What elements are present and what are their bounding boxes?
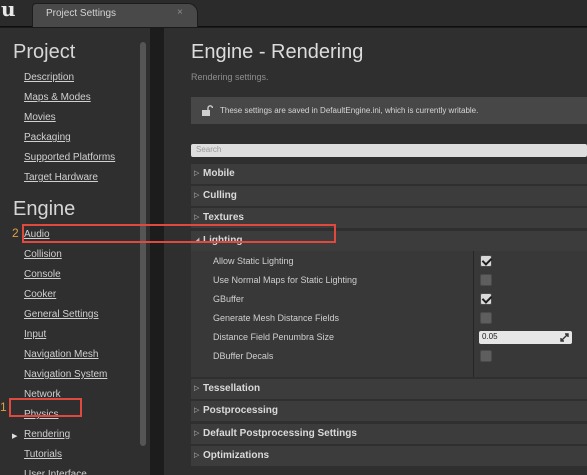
- notice-text: These settings are saved in DefaultEngin…: [220, 106, 479, 115]
- allow-static-lighting-highlight-box: [22, 224, 336, 243]
- sidebar-item-rendering[interactable]: Rendering: [24, 429, 70, 440]
- property-label: Generate Mesh Distance Fields: [213, 313, 340, 323]
- sidebar-item-tutorials[interactable]: Tutorials: [24, 449, 62, 460]
- search-placeholder: Search: [196, 145, 222, 154]
- category-label: Culling: [203, 190, 237, 201]
- category-label: Mobile: [203, 168, 235, 179]
- sidebar-item-collision[interactable]: Collision: [24, 249, 62, 260]
- close-icon[interactable]: ×: [177, 7, 183, 18]
- sidebar-item-user-interface[interactable]: User Interface: [24, 469, 87, 475]
- property-label: Distance Field Penumbra Size: [213, 332, 335, 342]
- sidebar-item-general-settings[interactable]: General Settings: [24, 309, 99, 320]
- tab-label: Project Settings: [46, 8, 117, 19]
- sidebar-item-packaging[interactable]: Packaging: [24, 132, 71, 143]
- sidebar-item-input[interactable]: Input: [24, 329, 46, 340]
- lighting-properties: Allow Static Lighting Use Normal Maps for…: [191, 248, 587, 377]
- sidebar-item-maps-modes[interactable]: Maps & Modes: [24, 92, 91, 103]
- rendering-highlight-box: [9, 398, 82, 417]
- sidebar-item-cooker[interactable]: Cooker: [24, 289, 56, 300]
- property-row-dbuffer-decals: DBuffer Decals: [191, 347, 587, 366]
- collapsed-arrow-icon: ▷: [194, 430, 200, 437]
- sidebar-heading-project: Project: [13, 41, 76, 63]
- property-row-distance-field-penumbra-size: Distance Field Penumbra Size 0.05: [191, 328, 587, 347]
- step-marker-2: 2: [12, 226, 19, 240]
- sidebar-item-description[interactable]: Description: [24, 72, 74, 83]
- property-label: Allow Static Lighting: [213, 256, 294, 266]
- property-label: DBuffer Decals: [213, 351, 274, 361]
- checkbox-checked[interactable]: [480, 255, 492, 267]
- category-tessellation[interactable]: ▷ Tessellation: [191, 379, 587, 399]
- property-row-generate-mesh-distance-fields: Generate Mesh Distance Fields: [191, 309, 587, 328]
- config-notice-bar: These settings are saved in DefaultEngin…: [191, 97, 587, 124]
- checkbox-unchecked[interactable]: [480, 274, 492, 286]
- sidebar-item-console[interactable]: Console: [24, 269, 61, 280]
- category-label: Textures: [203, 212, 244, 223]
- selected-arrow-icon: ▶: [12, 433, 18, 440]
- property-row-gbuffer: GBuffer: [191, 290, 587, 309]
- unreal-logo: u: [1, 0, 16, 21]
- unlock-icon: [202, 105, 213, 116]
- category-label: Tessellation: [203, 383, 261, 394]
- page-title: Engine - Rendering: [191, 41, 364, 63]
- category-label: Optimizations: [203, 450, 270, 461]
- collapsed-arrow-icon: ▷: [194, 192, 200, 199]
- collapsed-arrow-icon: ▷: [194, 170, 200, 177]
- checkbox-unchecked[interactable]: [480, 350, 492, 362]
- collapsed-arrow-icon: ▷: [194, 214, 200, 221]
- sidebar-scrollbar[interactable]: [140, 42, 146, 446]
- collapsed-arrow-icon: ▷: [194, 407, 200, 414]
- settings-main-panel: Engine - Rendering Rendering settings. T…: [164, 28, 587, 475]
- checkbox-unchecked[interactable]: [480, 312, 492, 324]
- category-mobile[interactable]: ▷ Mobile: [191, 164, 587, 184]
- sidebar-item-navigation-system[interactable]: Navigation System: [24, 369, 107, 380]
- sidebar-heading-engine: Engine: [13, 198, 76, 220]
- search-input[interactable]: Search: [191, 144, 587, 157]
- property-label: GBuffer: [213, 294, 244, 304]
- property-row-allow-static-lighting: Allow Static Lighting: [191, 252, 587, 271]
- drag-spin-icon[interactable]: [560, 333, 569, 342]
- property-label: Use Normal Maps for Static Lighting: [213, 275, 358, 285]
- sidebar-item-movies[interactable]: Movies: [24, 112, 56, 123]
- category-label: Default Postprocessing Settings: [203, 428, 357, 439]
- category-postprocessing[interactable]: ▷ Postprocessing: [191, 401, 587, 421]
- tab-project-settings[interactable]: Project Settings ×: [32, 3, 198, 27]
- step-marker-1: 1: [0, 400, 7, 414]
- sidebar-item-target-hardware[interactable]: Target Hardware: [24, 172, 98, 183]
- category-culling[interactable]: ▷ Culling: [191, 186, 587, 206]
- panel-splitter[interactable]: [150, 28, 164, 475]
- sidebar-item-supported-platforms[interactable]: Supported Platforms: [24, 152, 115, 163]
- category-label: Postprocessing: [203, 405, 279, 416]
- number-field[interactable]: 0.05: [479, 331, 572, 344]
- tab-bar: u Project Settings ×: [0, 0, 587, 27]
- checkbox-checked[interactable]: [480, 293, 492, 305]
- property-row-use-normal-maps-for-static-lighting: Use Normal Maps for Static Lighting: [191, 271, 587, 290]
- category-default-postprocessing-settings[interactable]: ▷ Default Postprocessing Settings: [191, 424, 587, 444]
- page-subtitle: Rendering settings.: [191, 72, 269, 82]
- sidebar-item-navigation-mesh[interactable]: Navigation Mesh: [24, 349, 98, 360]
- number-value: 0.05: [482, 332, 498, 341]
- collapsed-arrow-icon: ▷: [194, 385, 200, 392]
- collapsed-arrow-icon: ▷: [194, 452, 200, 459]
- category-optimizations[interactable]: ▷ Optimizations: [191, 446, 587, 466]
